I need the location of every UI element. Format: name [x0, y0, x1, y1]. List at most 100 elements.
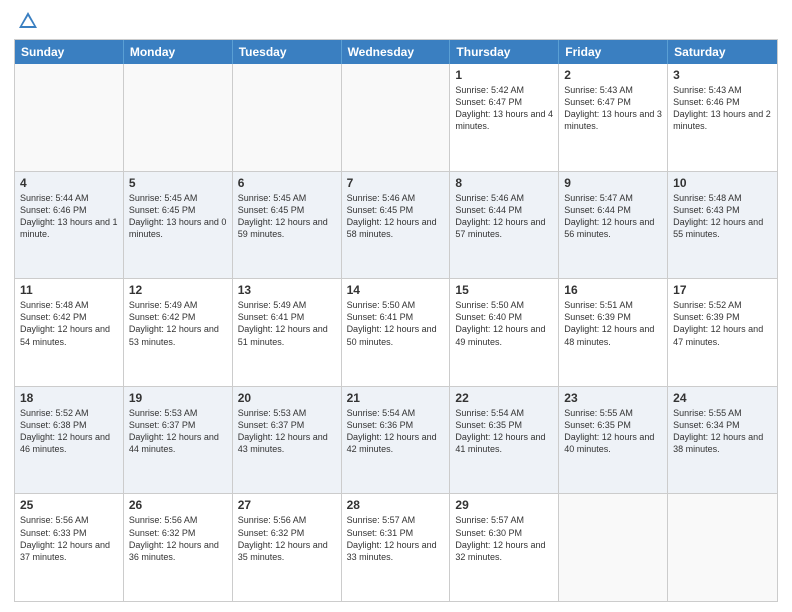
day-number: 29: [455, 498, 553, 512]
day-info: Sunrise: 5:49 AM Sunset: 6:42 PM Dayligh…: [129, 299, 227, 348]
day-info: Sunrise: 5:52 AM Sunset: 6:39 PM Dayligh…: [673, 299, 772, 348]
day-number: 25: [20, 498, 118, 512]
calendar: SundayMondayTuesdayWednesdayThursdayFrid…: [14, 39, 778, 602]
day-number: 17: [673, 283, 772, 297]
day-13: 13 Sunrise: 5:49 AM Sunset: 6:41 PM Dayli…: [233, 279, 342, 386]
day-number: 13: [238, 283, 336, 297]
day-info: Sunrise: 5:53 AM Sunset: 6:37 PM Dayligh…: [238, 407, 336, 456]
day-9: 9 Sunrise: 5:47 AM Sunset: 6:44 PM Daylig…: [559, 172, 668, 279]
day-number: 15: [455, 283, 553, 297]
day-20: 20 Sunrise: 5:53 AM Sunset: 6:37 PM Dayli…: [233, 387, 342, 494]
day-number: 20: [238, 391, 336, 405]
day-6: 6 Sunrise: 5:45 AM Sunset: 6:45 PM Daylig…: [233, 172, 342, 279]
day-number: 26: [129, 498, 227, 512]
day-1: 1 Sunrise: 5:42 AM Sunset: 6:47 PM Daylig…: [450, 64, 559, 171]
day-info: Sunrise: 5:54 AM Sunset: 6:36 PM Dayligh…: [347, 407, 445, 456]
day-number: 8: [455, 176, 553, 190]
day-info: Sunrise: 5:45 AM Sunset: 6:45 PM Dayligh…: [238, 192, 336, 241]
calendar-week-2: 4Sunrise: 5:44 AM Sunset: 6:46 PM Daylig…: [15, 172, 777, 280]
calendar-header-saturday: Saturday: [668, 40, 777, 64]
day-number: 21: [347, 391, 445, 405]
day-number: 10: [673, 176, 772, 190]
day-number: 2: [564, 68, 662, 82]
calendar-header: SundayMondayTuesdayWednesdayThursdayFrid…: [15, 40, 777, 64]
day-number: 14: [347, 283, 445, 297]
day-number: 3: [673, 68, 772, 82]
day-number: 19: [129, 391, 227, 405]
day-number: 7: [347, 176, 445, 190]
day-info: Sunrise: 5:48 AM Sunset: 6:42 PM Dayligh…: [20, 299, 118, 348]
calendar-header-sunday: Sunday: [15, 40, 124, 64]
day-info: Sunrise: 5:47 AM Sunset: 6:44 PM Dayligh…: [564, 192, 662, 241]
calendar-week-5: 25 Sunrise: 5:56 AM Sunset: 6:33 PM Dayli…: [15, 494, 777, 601]
header: [14, 10, 778, 33]
day-21: 21 Sunrise: 5:54 AM Sunset: 6:36 PM Dayli…: [342, 387, 451, 494]
day-info: Sunrise: 5:43 AM Sunset: 6:47 PM Dayligh…: [564, 84, 662, 133]
day-info: Sunrise: 5:50 AM Sunset: 6:41 PM Dayligh…: [347, 299, 445, 348]
day-number: 5: [129, 176, 227, 190]
empty-cell: [668, 494, 777, 601]
day-25: 25 Sunrise: 5:56 AM Sunset: 6:33 PM Dayli…: [15, 494, 124, 601]
day-26: 26 Sunrise: 5:56 AM Sunset: 6:32 PM Dayli…: [124, 494, 233, 601]
day-8: 8 Sunrise: 5:46 AM Sunset: 6:44 PM Daylig…: [450, 172, 559, 279]
day-28: 28 Sunrise: 5:57 AM Sunset: 6:31 PM Dayli…: [342, 494, 451, 601]
day-number: 24: [673, 391, 772, 405]
day-19: 19 Sunrise: 5:53 AM Sunset: 6:37 PM Dayli…: [124, 387, 233, 494]
day-16: 16 Sunrise: 5:51 AM Sunset: 6:39 PM Dayli…: [559, 279, 668, 386]
day-info: Sunrise: 5:53 AM Sunset: 6:37 PM Dayligh…: [129, 407, 227, 456]
empty-cell: [124, 64, 233, 171]
calendar-header-tuesday: Tuesday: [233, 40, 342, 64]
day-number: 28: [347, 498, 445, 512]
calendar-header-thursday: Thursday: [450, 40, 559, 64]
day-info: Sunrise: 5:49 AM Sunset: 6:41 PM Dayligh…: [238, 299, 336, 348]
day-info: Sunrise: 5:42 AM Sunset: 6:47 PM Dayligh…: [455, 84, 553, 133]
day-18: 18Sunrise: 5:52 AM Sunset: 6:38 PM Dayli…: [15, 387, 124, 494]
day-5: 5 Sunrise: 5:45 AM Sunset: 6:45 PM Daylig…: [124, 172, 233, 279]
day-info: Sunrise: 5:56 AM Sunset: 6:32 PM Dayligh…: [129, 514, 227, 563]
logo-icon: [17, 10, 39, 37]
day-info: Sunrise: 5:46 AM Sunset: 6:45 PM Dayligh…: [347, 192, 445, 241]
day-24: 24 Sunrise: 5:55 AM Sunset: 6:34 PM Dayli…: [668, 387, 777, 494]
day-info: Sunrise: 5:55 AM Sunset: 6:34 PM Dayligh…: [673, 407, 772, 456]
day-number: 6: [238, 176, 336, 190]
day-2: 2 Sunrise: 5:43 AM Sunset: 6:47 PM Daylig…: [559, 64, 668, 171]
day-info: Sunrise: 5:46 AM Sunset: 6:44 PM Dayligh…: [455, 192, 553, 241]
day-info: Sunrise: 5:51 AM Sunset: 6:39 PM Dayligh…: [564, 299, 662, 348]
day-number: 1: [455, 68, 553, 82]
day-info: Sunrise: 5:45 AM Sunset: 6:45 PM Dayligh…: [129, 192, 227, 241]
day-23: 23Sunrise: 5:55 AM Sunset: 6:35 PM Dayli…: [559, 387, 668, 494]
day-10: 10 Sunrise: 5:48 AM Sunset: 6:43 PM Dayli…: [668, 172, 777, 279]
calendar-week-3: 11 Sunrise: 5:48 AM Sunset: 6:42 PM Dayli…: [15, 279, 777, 387]
day-3: 3 Sunrise: 5:43 AM Sunset: 6:46 PM Daylig…: [668, 64, 777, 171]
calendar-week-4: 18Sunrise: 5:52 AM Sunset: 6:38 PM Dayli…: [15, 387, 777, 495]
logo: [14, 10, 39, 33]
calendar-header-monday: Monday: [124, 40, 233, 64]
day-info: Sunrise: 5:56 AM Sunset: 6:32 PM Dayligh…: [238, 514, 336, 563]
day-number: 16: [564, 283, 662, 297]
day-number: 12: [129, 283, 227, 297]
day-info: Sunrise: 5:52 AM Sunset: 6:38 PM Dayligh…: [20, 407, 118, 456]
day-info: Sunrise: 5:57 AM Sunset: 6:31 PM Dayligh…: [347, 514, 445, 563]
day-number: 11: [20, 283, 118, 297]
day-number: 4: [20, 176, 118, 190]
day-14: 14 Sunrise: 5:50 AM Sunset: 6:41 PM Dayli…: [342, 279, 451, 386]
day-info: Sunrise: 5:43 AM Sunset: 6:46 PM Dayligh…: [673, 84, 772, 133]
calendar-week-1: 1 Sunrise: 5:42 AM Sunset: 6:47 PM Daylig…: [15, 64, 777, 172]
empty-cell: [15, 64, 124, 171]
day-29: 29 Sunrise: 5:57 AM Sunset: 6:30 PM Dayli…: [450, 494, 559, 601]
day-number: 22: [455, 391, 553, 405]
empty-cell: [559, 494, 668, 601]
day-info: Sunrise: 5:48 AM Sunset: 6:43 PM Dayligh…: [673, 192, 772, 241]
day-12: 12 Sunrise: 5:49 AM Sunset: 6:42 PM Dayli…: [124, 279, 233, 386]
calendar-body: 1 Sunrise: 5:42 AM Sunset: 6:47 PM Daylig…: [15, 64, 777, 601]
day-info: Sunrise: 5:54 AM Sunset: 6:35 PM Dayligh…: [455, 407, 553, 456]
empty-cell: [342, 64, 451, 171]
calendar-header-friday: Friday: [559, 40, 668, 64]
day-7: 7 Sunrise: 5:46 AM Sunset: 6:45 PM Daylig…: [342, 172, 451, 279]
day-info: Sunrise: 5:57 AM Sunset: 6:30 PM Dayligh…: [455, 514, 553, 563]
day-27: 27Sunrise: 5:56 AM Sunset: 6:32 PM Dayli…: [233, 494, 342, 601]
day-17: 17 Sunrise: 5:52 AM Sunset: 6:39 PM Dayli…: [668, 279, 777, 386]
day-number: 9: [564, 176, 662, 190]
day-info: Sunrise: 5:56 AM Sunset: 6:33 PM Dayligh…: [20, 514, 118, 563]
day-11: 11 Sunrise: 5:48 AM Sunset: 6:42 PM Dayli…: [15, 279, 124, 386]
